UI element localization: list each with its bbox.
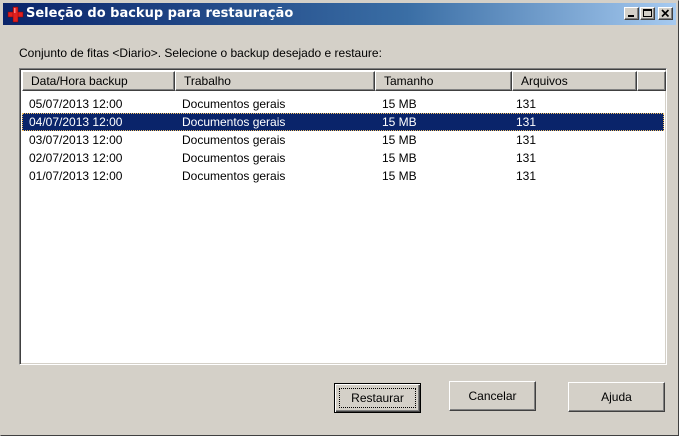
minimize-icon — [628, 15, 634, 17]
backup-list[interactable]: Data/Hora backup Trabalho Tamanho Arquiv… — [19, 68, 667, 365]
maximize-button[interactable] — [640, 7, 655, 20]
cell-size: 15 MB — [382, 151, 417, 165]
cell-files: 131 — [516, 115, 537, 129]
close-button[interactable] — [658, 7, 673, 20]
table-row[interactable]: 02/07/2013 12:00 Documentos gerais 15 MB… — [22, 149, 664, 167]
help-button[interactable]: Ajuda — [568, 382, 665, 412]
cancel-button[interactable]: Cancelar — [449, 381, 536, 411]
column-header-job[interactable]: Trabalho — [175, 71, 375, 91]
restore-button[interactable]: Restaurar — [334, 383, 421, 413]
table-row-selected[interactable]: 04/07/2013 12:00 Documentos gerais 15 MB… — [22, 113, 664, 131]
cell-size: 15 MB — [382, 169, 417, 183]
table-row[interactable]: 03/07/2013 12:00 Documentos gerais 15 MB… — [22, 131, 664, 149]
red-cross-icon — [7, 6, 24, 23]
cell-date: 04/07/2013 12:00 — [29, 115, 123, 129]
cell-files: 131 — [516, 169, 537, 183]
instruction-label: Conjunto de fitas <Diario>. Selecione o … — [19, 46, 382, 60]
backup-selection-dialog: Seleção do backup para restauração Conju… — [0, 0, 679, 436]
cell-size: 15 MB — [382, 115, 417, 129]
cell-job: Documentos gerais — [182, 115, 286, 129]
column-header-size[interactable]: Tamanho — [375, 71, 512, 91]
table-row[interactable]: 05/07/2013 12:00 Documentos gerais 15 MB… — [22, 95, 664, 113]
cell-date: 02/07/2013 12:00 — [29, 151, 123, 165]
column-header-files[interactable]: Arquivos — [512, 71, 637, 91]
cell-files: 131 — [516, 133, 537, 147]
list-rows: 05/07/2013 12:00 Documentos gerais 15 MB… — [22, 95, 664, 185]
window-title: Seleção do backup para restauração — [26, 6, 294, 21]
cell-files: 131 — [516, 151, 537, 165]
cell-date: 03/07/2013 12:00 — [29, 133, 123, 147]
list-header: Data/Hora backup Trabalho Tamanho Arquiv… — [22, 71, 666, 91]
cell-date: 01/07/2013 12:00 — [29, 169, 123, 183]
maximize-icon — [643, 9, 652, 17]
cell-job: Documentos gerais — [182, 133, 286, 147]
column-header-date[interactable]: Data/Hora backup — [22, 71, 175, 91]
cell-job: Documentos gerais — [182, 169, 286, 183]
cell-job: Documentos gerais — [182, 97, 286, 111]
table-row[interactable]: 01/07/2013 12:00 Documentos gerais 15 MB… — [22, 167, 664, 185]
cell-size: 15 MB — [382, 97, 417, 111]
column-header-filler — [637, 71, 666, 91]
minimize-button[interactable] — [624, 7, 639, 20]
cell-date: 05/07/2013 12:00 — [29, 97, 123, 111]
cell-files: 131 — [516, 97, 537, 111]
cell-job: Documentos gerais — [182, 151, 286, 165]
focus-indicator — [339, 388, 416, 408]
cell-size: 15 MB — [382, 133, 417, 147]
title-bar[interactable]: Seleção do backup para restauração — [3, 3, 676, 25]
close-icon — [661, 9, 670, 18]
